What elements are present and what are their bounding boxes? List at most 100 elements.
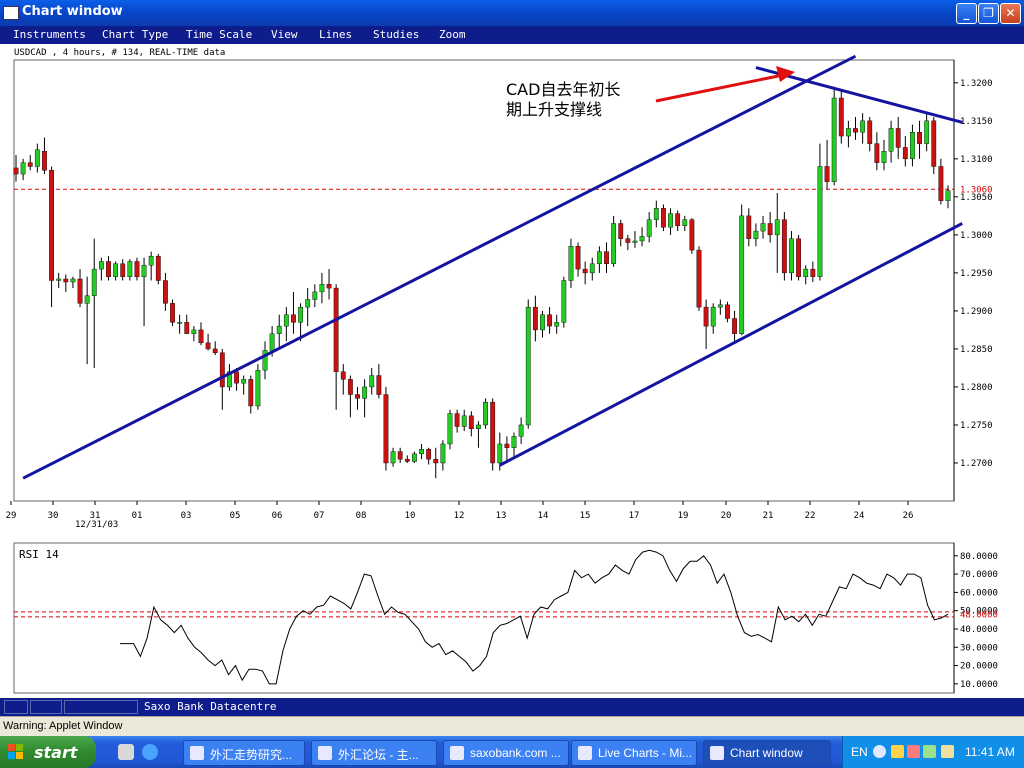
quicklaunch-ie-icon[interactable] (142, 744, 158, 760)
x-tick-label: 13 (496, 511, 507, 521)
candle-body (838, 97, 844, 137)
menu-view[interactable]: View (271, 28, 298, 41)
candle-body (895, 128, 901, 148)
rsi-tick-label: 40.0000 (960, 625, 998, 635)
candle-body (661, 208, 666, 228)
status-cross-icon[interactable] (30, 700, 62, 714)
candle-body (42, 151, 47, 171)
start-label: start (34, 743, 78, 762)
candle-body (34, 149, 40, 167)
y-tick-label: 1.3100 (960, 155, 993, 165)
candle-body (668, 213, 673, 228)
candle-body (710, 306, 716, 327)
candle-body (732, 318, 737, 334)
rsi-tick-label: 10.0000 (960, 680, 998, 690)
y-tick-label: 1.3200 (960, 79, 993, 89)
rsi-tick-label: 70.0000 (960, 570, 998, 580)
candle-body (746, 215, 752, 239)
candle-body (518, 424, 524, 437)
candle-body (291, 314, 296, 323)
menu-lines[interactable]: Lines (319, 28, 352, 41)
close-button[interactable]: ✕ (1000, 3, 1021, 24)
x-tick-label: 21 (763, 511, 774, 521)
status-toggle-icon[interactable] (4, 700, 28, 714)
tray-icon-1[interactable] (891, 745, 904, 758)
candle-body (177, 322, 183, 324)
candle-body (803, 268, 809, 277)
candle-body (945, 190, 951, 201)
language-indicator[interactable]: EN (851, 745, 868, 759)
candle-body (774, 219, 780, 236)
tray-icon-4[interactable] (941, 745, 954, 758)
candle-body (902, 147, 908, 160)
candle-body (675, 213, 681, 226)
x-tick-label: 19 (678, 511, 689, 521)
candle-body (589, 263, 595, 274)
candle-body (924, 120, 930, 144)
x-tick-label: 15 (580, 511, 591, 521)
start-button[interactable]: start (0, 736, 96, 768)
candle-body (312, 291, 318, 300)
candle-body (468, 415, 474, 429)
tray-icon-2[interactable] (907, 745, 920, 758)
menu-zoom[interactable]: Zoom (439, 28, 466, 41)
candle-body (532, 306, 538, 331)
x-tick-label: 17 (629, 511, 640, 521)
menu-chart-type[interactable]: Chart Type (102, 28, 168, 41)
x-tick-label: 08 (356, 511, 367, 521)
candle-body (70, 278, 76, 283)
quicklaunch-settings-icon[interactable] (118, 744, 134, 760)
x-tick-label: 01 (132, 511, 143, 521)
candle-body (888, 128, 894, 152)
menu-bar: Instruments Chart Type Time Scale View L… (0, 26, 1024, 44)
clock: 11:41 AM (965, 745, 1015, 759)
taskbar-button-1[interactable]: 外汇走势研究... (183, 740, 305, 766)
candle-body (611, 223, 617, 264)
candle-body (340, 371, 346, 380)
chart-area: USDCAD , 4 hours, # 134, REAL-TIME data … (0, 44, 1024, 698)
window-title-bar[interactable]: Chart window _ ❐ ✕ (0, 0, 1024, 26)
menu-instruments[interactable]: Instruments (13, 28, 86, 41)
applet-warning-bar: Warning: Applet Window (0, 716, 1024, 736)
candle-body (219, 352, 225, 388)
candle-body (604, 251, 609, 264)
system-tray: EN 11:41 AM (842, 736, 1024, 768)
minimize-button[interactable]: _ (956, 3, 977, 24)
y-tick-label: 1.2850 (960, 345, 993, 355)
maximize-button[interactable]: ❐ (978, 3, 999, 24)
candle-body (419, 449, 424, 455)
candle-body (753, 230, 759, 239)
candle-body (497, 443, 503, 464)
candle-body (412, 453, 417, 462)
taskbar-button-5[interactable]: Chart window (703, 740, 831, 766)
rsi-panel[interactable] (13, 542, 955, 694)
candle-body (376, 375, 382, 395)
candle-body (703, 306, 709, 327)
candle-body (525, 306, 531, 426)
candle-body (20, 162, 26, 175)
tray-icon-3[interactable] (923, 745, 936, 758)
candle-body (653, 208, 659, 220)
candle-body (298, 306, 303, 323)
candle-body (141, 265, 147, 277)
candle-body (404, 458, 410, 462)
y-tick-label: 1.2800 (960, 383, 993, 393)
menu-studies[interactable]: Studies (373, 28, 419, 41)
candle-body (390, 451, 396, 464)
candle-body (56, 278, 62, 281)
tray-arrow-icon[interactable] (873, 745, 886, 758)
taskbar-button-4[interactable]: Live Charts - Mi... (571, 740, 697, 766)
candle-body (483, 401, 488, 426)
taskbar-button-2[interactable]: 外汇论坛 - 主... (311, 740, 437, 766)
candle-body (13, 167, 19, 175)
candle-body (810, 268, 816, 277)
menu-time-scale[interactable]: Time Scale (186, 28, 252, 41)
candle-body (717, 304, 723, 308)
candle-body (867, 120, 873, 144)
taskbar-button-3[interactable]: saxobank.com ... (443, 740, 569, 766)
candle-body (917, 132, 922, 144)
candle-body (98, 261, 104, 270)
rsi-tick-label: 80.0000 (960, 552, 998, 562)
candle-body (796, 238, 802, 277)
ie-icon (190, 746, 204, 760)
